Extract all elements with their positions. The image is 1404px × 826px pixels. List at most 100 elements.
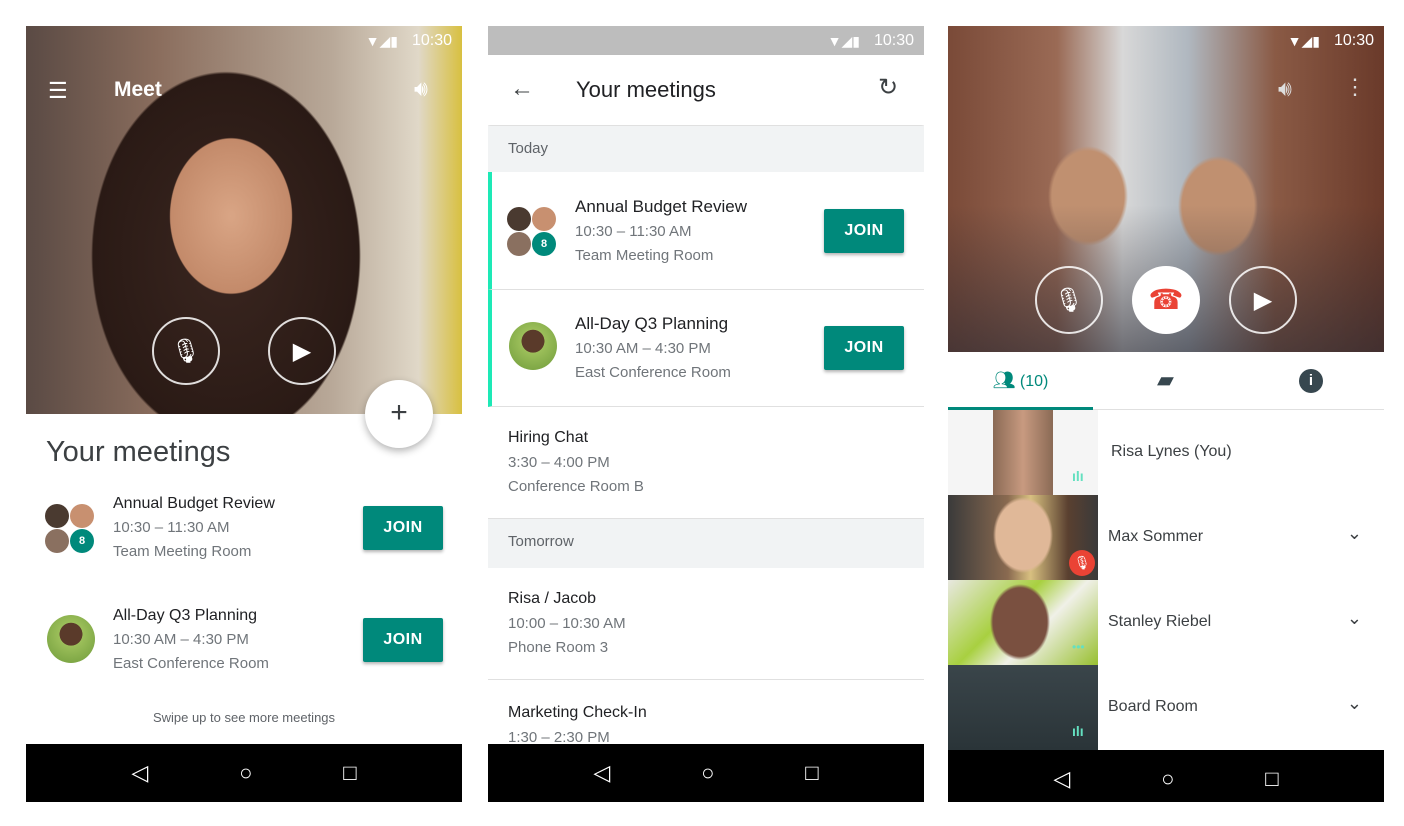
chevron-down-icon[interactable]: ⌄ — [1347, 608, 1362, 629]
recents-icon[interactable]: □ — [805, 760, 818, 786]
meeting-time: 3:30 – 4:00 PM — [508, 454, 610, 471]
meeting-time: 10:30 – 11:30 AM — [575, 223, 692, 240]
extra-count-badge: 8 — [532, 232, 556, 256]
chevron-down-icon[interactable]: ⌄ — [1347, 523, 1362, 544]
tab-chat[interactable]: ▰ — [1093, 352, 1238, 410]
menu-icon[interactable]: ☰ — [48, 78, 68, 104]
mic-button[interactable]: 🎙︎ — [152, 317, 220, 385]
meeting-row[interactable]: All-Day Q3 Planning 10:30 AM – 4:30 PM E… — [26, 600, 462, 700]
recents-icon[interactable]: □ — [343, 760, 356, 786]
participant-name: Stanley Riebel — [1108, 613, 1212, 630]
meeting-row[interactable]: All-Day Q3 Planning 10:30 AM – 4:30 PM E… — [488, 290, 924, 407]
meeting-room: Conference Room B — [508, 478, 644, 495]
system-nav-bar: ◁ ○ □ — [948, 750, 1384, 802]
app-bar: ← Your meetings ↻ — [488, 55, 924, 125]
avatar — [45, 529, 69, 553]
self-video-preview — [26, 26, 462, 414]
meeting-title: Marketing Check-In — [508, 704, 647, 721]
participant-name: Board Room — [1108, 698, 1198, 715]
meeting-row[interactable]: 8 Annual Budget Review 10:30 – 11:30 AM … — [26, 488, 462, 588]
home-icon[interactable]: ○ — [701, 760, 714, 786]
camera-button[interactable]: ▶ — [1229, 266, 1297, 334]
meeting-time: 10:30 – 11:30 AM — [113, 519, 230, 536]
avatar — [507, 232, 531, 256]
tab-info[interactable]: i — [1238, 352, 1384, 410]
clock: 10:30 — [873, 32, 914, 49]
speaking-indicator-icon: ılı — [1072, 468, 1084, 484]
meeting-title: Annual Budget Review — [575, 197, 748, 216]
in-call-screen: ▼◢▮ 10:30 🔊︎ ⋮ 🎙︎ ☎︎ ▶ 👥︎ (10) ▰ i ılı R… — [948, 26, 1384, 802]
avatar — [507, 207, 531, 231]
participant-name: Risa Lynes (You) — [1111, 443, 1232, 460]
signal-battery-icons: ▼◢▮ — [365, 33, 398, 49]
participant-row[interactable]: ••• Stanley Riebel ⌄ — [948, 580, 1384, 665]
meeting-room: East Conference Room — [575, 364, 731, 381]
meeting-row[interactable]: Hiring Chat 3:30 – 4:00 PM Conference Ro… — [488, 407, 924, 519]
meeting-title: Risa / Jacob — [508, 590, 597, 607]
speaker-icon[interactable]: 🔊︎ — [414, 76, 428, 102]
signal-battery-icons: ▼◢▮ — [827, 33, 860, 49]
participant-row[interactable]: ılı Board Room ⌄ — [948, 665, 1384, 750]
section-header-today: Today — [488, 126, 924, 172]
join-button[interactable]: JOIN — [363, 618, 443, 662]
meeting-title: All-Day Q3 Planning — [113, 607, 258, 624]
swipe-hint: Swipe up to see more meetings — [152, 710, 336, 725]
back-icon[interactable]: ◁ — [593, 760, 610, 786]
chat-icon: ▰ — [1157, 367, 1174, 392]
tab-participants[interactable]: 👥︎ (10) — [948, 352, 1093, 410]
participant-row[interactable]: ılı Risa Lynes (You) — [948, 410, 1384, 495]
meeting-row[interactable]: Risa / Jacob 10:00 – 10:30 AM Phone Room… — [488, 568, 924, 680]
meeting-time: 10:30 AM – 4:30 PM — [575, 340, 711, 357]
join-button[interactable]: JOIN — [363, 506, 443, 550]
meeting-row[interactable]: Marketing Check-In 1:30 – 2:30 PM — [488, 680, 924, 750]
avatar — [45, 504, 69, 528]
avatar — [532, 207, 556, 231]
chevron-down-icon[interactable]: ⌄ — [1347, 693, 1362, 714]
participant-row[interactable]: 🎙︎ Max Sommer ⌄ — [948, 495, 1384, 580]
meeting-room: Team Meeting Room — [575, 247, 714, 264]
join-button[interactable]: JOIN — [824, 326, 904, 370]
meeting-room: Phone Room 3 — [508, 639, 609, 656]
avatar — [47, 615, 95, 663]
more-options-icon[interactable]: ⋮ — [1344, 74, 1366, 100]
idle-indicator-icon: ••• — [1072, 640, 1085, 654]
back-arrow-icon[interactable]: ← — [510, 75, 534, 103]
status-bar: ▼◢▮ 10:30 — [948, 26, 1384, 55]
speaker-icon[interactable]: 🔊︎ — [1278, 76, 1292, 102]
meeting-title: Annual Budget Review — [113, 495, 275, 512]
speaking-indicator-icon: ılı — [1072, 723, 1084, 739]
clock: 10:30 — [411, 32, 452, 49]
page-title: Your meetings — [576, 77, 716, 102]
participant-count: (10) — [1019, 373, 1049, 390]
home-icon[interactable]: ○ — [1161, 766, 1174, 792]
status-bar: ▼◢▮ 10:30 — [488, 26, 924, 55]
mic-button[interactable]: 🎙︎ — [1035, 266, 1103, 334]
app-title: Meet — [114, 78, 162, 101]
join-button[interactable]: JOIN — [824, 209, 904, 253]
info-icon: i — [1299, 369, 1323, 393]
home-icon[interactable]: ○ — [239, 760, 252, 786]
refresh-icon[interactable]: ↻ — [878, 73, 898, 102]
back-icon[interactable]: ◁ — [1053, 766, 1070, 792]
clock: 10:30 — [1333, 32, 1374, 49]
meeting-time: 10:00 – 10:30 AM — [508, 615, 626, 632]
participant-name: Max Sommer — [1108, 528, 1204, 545]
status-bar: ▼◢▮ 10:30 — [26, 26, 462, 55]
meeting-room: East Conference Room — [113, 655, 269, 672]
meetings-list-screen: ▼◢▮ 10:30 ← Your meetings ↻ Today 8 Annu… — [488, 26, 924, 802]
hang-up-button[interactable]: ☎︎ — [1132, 266, 1200, 334]
avatar — [70, 504, 94, 528]
avatar — [509, 322, 557, 370]
meeting-time: 10:30 AM – 4:30 PM — [113, 631, 249, 648]
system-nav-bar: ◁ ○ □ — [26, 744, 462, 802]
back-icon[interactable]: ◁ — [131, 760, 148, 786]
meeting-row[interactable]: 8 Annual Budget Review 10:30 – 11:30 AM … — [488, 172, 924, 290]
meeting-title: Hiring Chat — [508, 429, 589, 446]
recents-icon[interactable]: □ — [1265, 766, 1278, 792]
extra-count-badge: 8 — [70, 529, 94, 553]
camera-button[interactable]: ▶ — [268, 317, 336, 385]
new-meeting-fab[interactable]: + — [365, 380, 433, 448]
section-title: Your meetings — [46, 436, 231, 468]
people-icon: 👥︎ — [992, 370, 1016, 390]
muted-mic-icon: 🎙︎ — [1069, 550, 1095, 576]
